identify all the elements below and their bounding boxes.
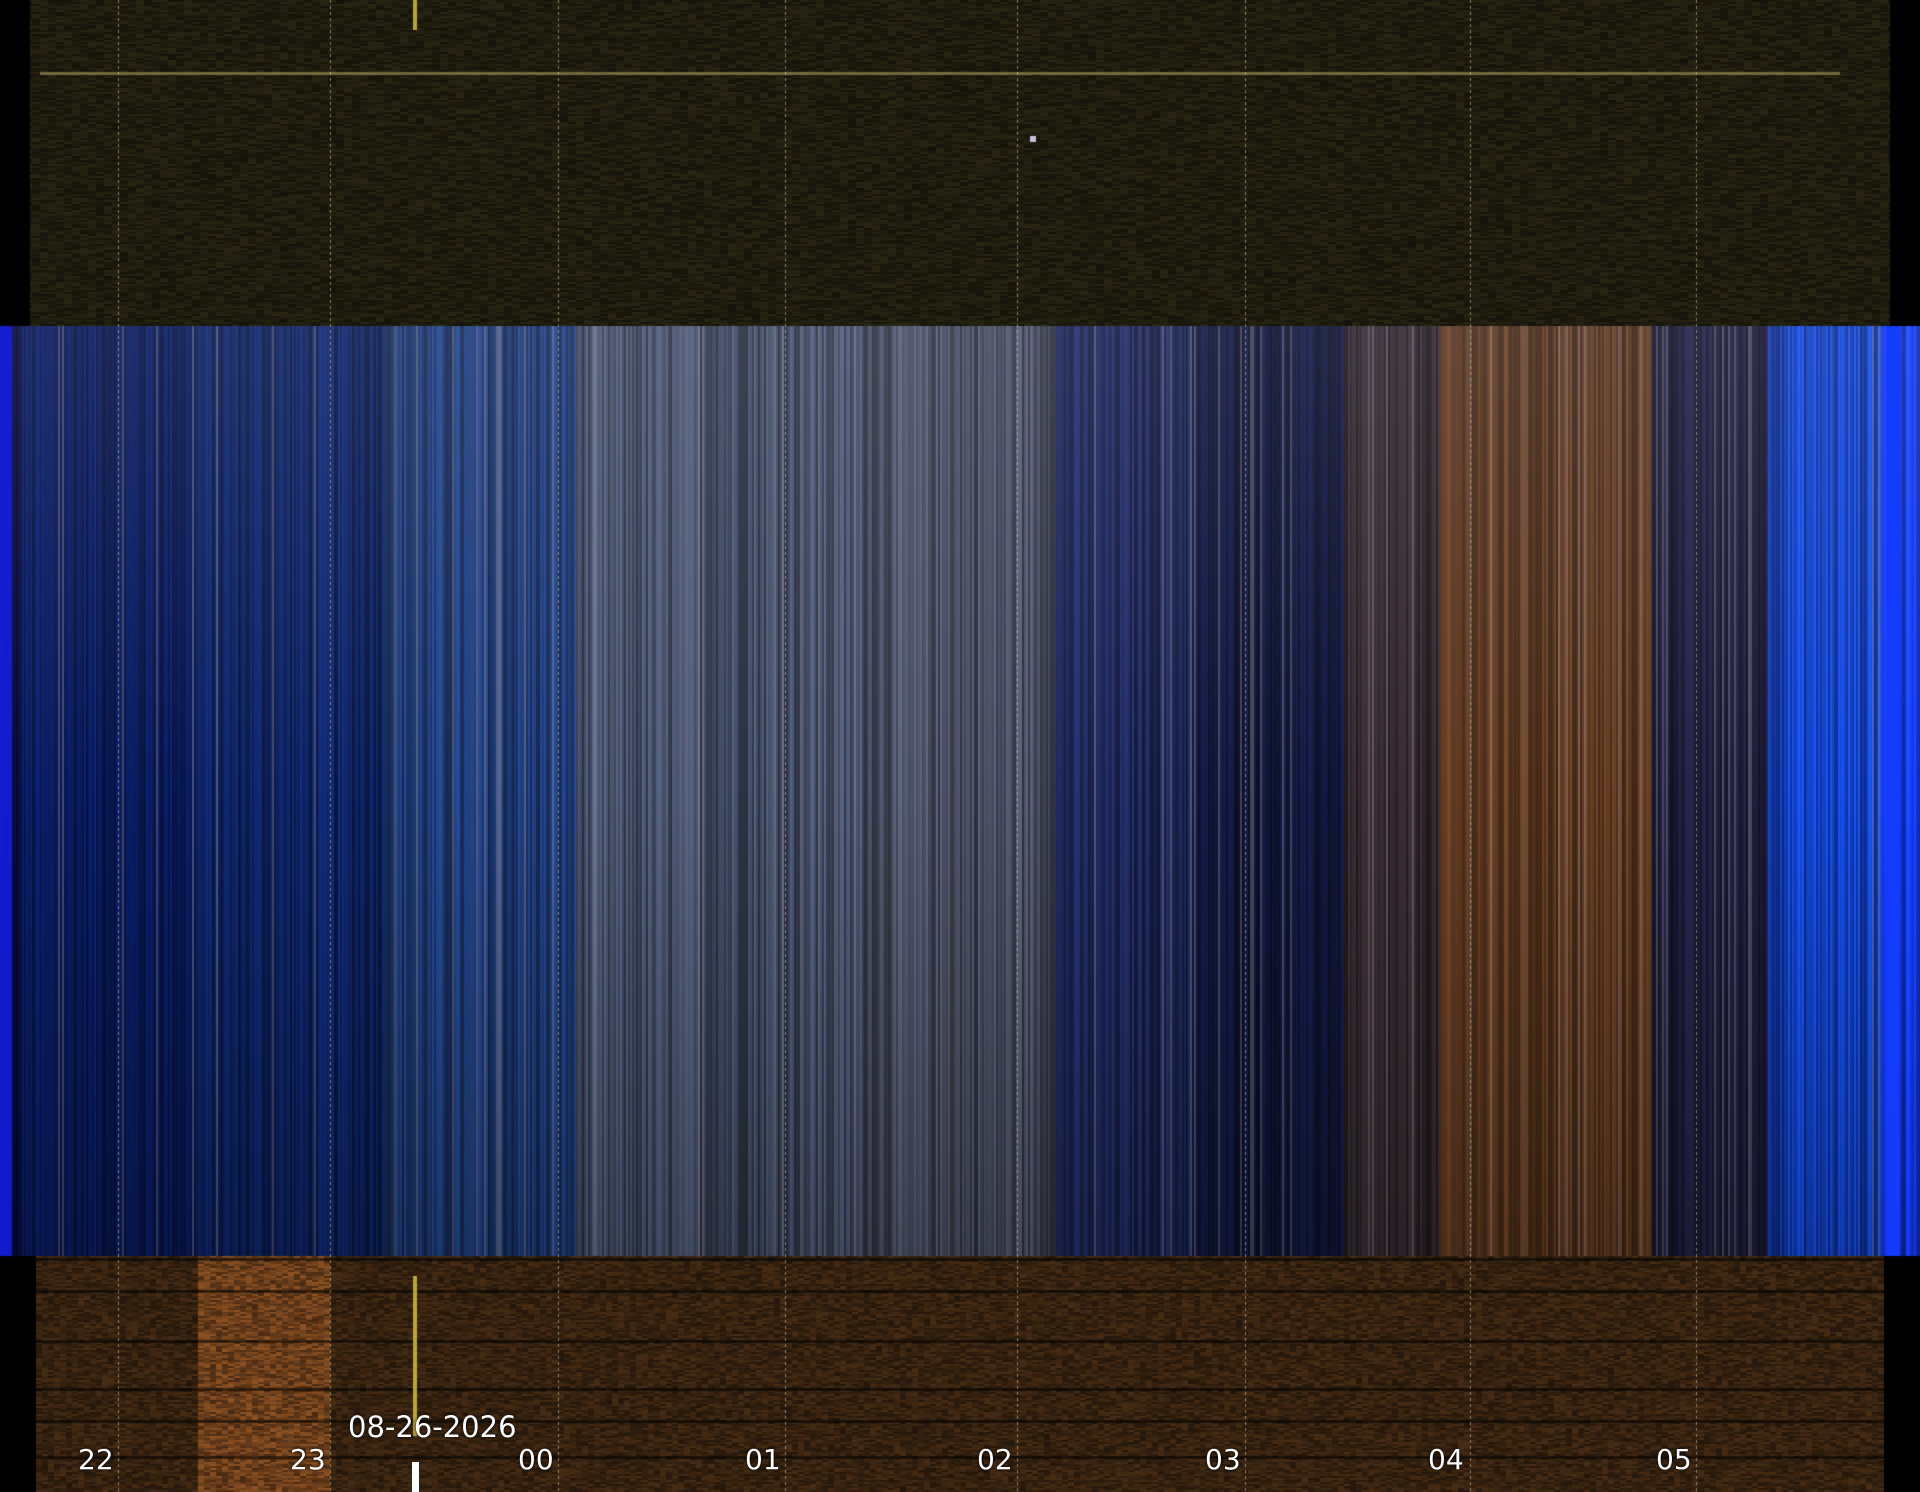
- date-label: 08-26-2026: [348, 1410, 517, 1444]
- midnight-marker: [412, 1462, 419, 1492]
- keogram-image: [0, 0, 1920, 1492]
- hour-label-02: 02: [977, 1443, 1013, 1476]
- hour-label-22: 22: [78, 1443, 114, 1476]
- hour-label-00: 00: [518, 1443, 554, 1476]
- hour-label-23: 23: [290, 1443, 326, 1476]
- hour-label-01: 01: [745, 1443, 781, 1476]
- hour-label-03: 03: [1205, 1443, 1241, 1476]
- hour-label-05: 05: [1656, 1443, 1692, 1476]
- hour-label-04: 04: [1428, 1443, 1464, 1476]
